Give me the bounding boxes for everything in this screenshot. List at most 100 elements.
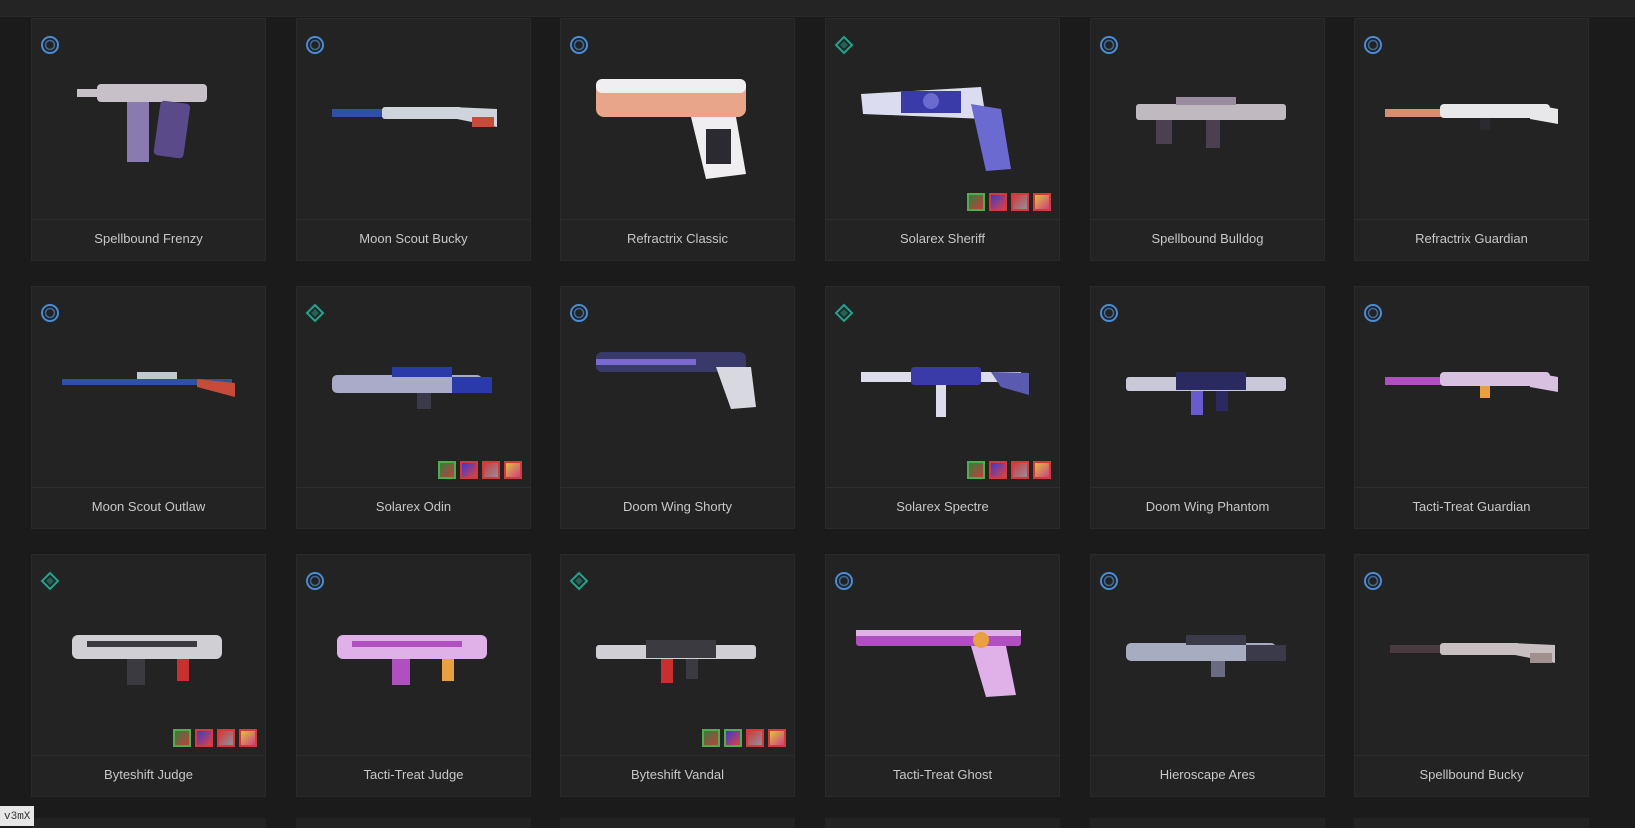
chroma-swatch[interactable] bbox=[989, 461, 1007, 479]
skin-image-area bbox=[297, 19, 530, 220]
skin-name: Solarex Sheriff bbox=[899, 231, 986, 246]
skin-image-area bbox=[826, 287, 1059, 488]
chroma-swatch[interactable] bbox=[967, 461, 985, 479]
skin-card[interactable]: Doom Wing Phantom bbox=[1090, 286, 1325, 529]
chroma-swatch[interactable] bbox=[1033, 461, 1051, 479]
skin-image-area bbox=[297, 555, 530, 756]
chroma-swatch[interactable] bbox=[217, 729, 235, 747]
chroma-swatch[interactable] bbox=[1011, 193, 1029, 211]
next-row-card-stub[interactable] bbox=[1354, 818, 1589, 828]
weapon-image bbox=[1116, 317, 1296, 447]
weapon-image bbox=[851, 585, 1031, 715]
skin-name: Hieroscape Ares bbox=[1159, 767, 1256, 782]
chroma-swatches bbox=[967, 461, 1051, 479]
skin-card[interactable]: Tacti-Treat Guardian bbox=[1354, 286, 1589, 529]
skin-name: Byteshift Vandal bbox=[631, 767, 724, 782]
skin-name: Solarex Spectre bbox=[896, 499, 989, 514]
skin-card[interactable]: Byteshift Judge bbox=[31, 554, 266, 797]
next-row-card-stub[interactable] bbox=[296, 818, 531, 828]
skin-card[interactable]: Solarex Odin bbox=[296, 286, 531, 529]
corner-tag: v3mX bbox=[0, 806, 35, 826]
skin-name: Moon Scout Outlaw bbox=[91, 499, 206, 514]
chroma-swatch[interactable] bbox=[746, 729, 764, 747]
chroma-swatch[interactable] bbox=[989, 193, 1007, 211]
chroma-swatch[interactable] bbox=[504, 461, 522, 479]
weapon-image bbox=[322, 317, 502, 447]
chroma-swatch[interactable] bbox=[768, 729, 786, 747]
skin-image-area bbox=[561, 287, 794, 488]
skin-image-area bbox=[826, 555, 1059, 756]
weapon-image bbox=[1116, 49, 1296, 179]
skin-image-area bbox=[32, 19, 265, 220]
weapon-image bbox=[1380, 585, 1560, 715]
weapon-image bbox=[1380, 317, 1560, 447]
next-row-card-stub[interactable] bbox=[1090, 818, 1325, 828]
chroma-swatch[interactable] bbox=[173, 729, 191, 747]
chroma-swatch[interactable] bbox=[460, 461, 478, 479]
chroma-swatch[interactable] bbox=[195, 729, 213, 747]
skin-card[interactable]: Spellbound Frenzy bbox=[31, 18, 266, 261]
skin-name: Tacti-Treat Guardian bbox=[1412, 499, 1531, 514]
skin-image-area bbox=[1091, 287, 1324, 488]
skin-card[interactable]: Hieroscape Ares bbox=[1090, 554, 1325, 797]
skin-image-area bbox=[1091, 555, 1324, 756]
skin-card[interactable]: Byteshift Vandal bbox=[560, 554, 795, 797]
chroma-swatches bbox=[173, 729, 257, 747]
weapon-image bbox=[851, 317, 1031, 447]
skin-image-area bbox=[32, 287, 265, 488]
chroma-swatch[interactable] bbox=[438, 461, 456, 479]
chroma-swatch[interactable] bbox=[1011, 461, 1029, 479]
chroma-swatch[interactable] bbox=[239, 729, 257, 747]
chroma-swatch[interactable] bbox=[482, 461, 500, 479]
skin-image-area bbox=[1355, 19, 1588, 220]
weapon-image bbox=[586, 317, 766, 447]
skin-name: Solarex Odin bbox=[375, 499, 452, 514]
weapon-image bbox=[851, 49, 1031, 179]
chroma-swatches bbox=[702, 729, 786, 747]
skin-image-area bbox=[1355, 555, 1588, 756]
weapon-image bbox=[57, 49, 237, 179]
weapon-image bbox=[1116, 585, 1296, 715]
chroma-swatches bbox=[438, 461, 522, 479]
skin-image-area bbox=[561, 19, 794, 220]
chroma-swatch[interactable] bbox=[967, 193, 985, 211]
next-row-card-stub[interactable] bbox=[560, 818, 795, 828]
skin-image-area bbox=[826, 19, 1059, 220]
weapon-image bbox=[586, 585, 766, 715]
skin-name: Spellbound Bucky bbox=[1419, 767, 1524, 782]
chroma-swatches bbox=[967, 193, 1051, 211]
skin-card[interactable]: Solarex Spectre bbox=[825, 286, 1060, 529]
skin-card[interactable]: Spellbound Bulldog bbox=[1090, 18, 1325, 261]
skins-grid: Spellbound Frenzy Moon Scout Bucky Refract… bbox=[31, 18, 1591, 825]
skin-image-area bbox=[561, 555, 794, 756]
weapon-image bbox=[322, 585, 502, 715]
chroma-swatch[interactable] bbox=[702, 729, 720, 747]
skin-name: Doom Wing Phantom bbox=[1145, 499, 1270, 514]
skin-name: Tacti-Treat Judge bbox=[363, 767, 464, 782]
next-row-card-stub[interactable] bbox=[825, 818, 1060, 828]
skin-card[interactable]: Tacti-Treat Judge bbox=[296, 554, 531, 797]
skin-card[interactable]: Tacti-Treat Ghost bbox=[825, 554, 1060, 797]
skin-card[interactable]: Refractrix Guardian bbox=[1354, 18, 1589, 261]
skin-card[interactable]: Refractrix Classic bbox=[560, 18, 795, 261]
skin-name: Doom Wing Shorty bbox=[622, 499, 733, 514]
skin-card[interactable]: Moon Scout Bucky bbox=[296, 18, 531, 261]
skin-name: Refractrix Classic bbox=[626, 231, 729, 246]
next-row-card-stub[interactable] bbox=[31, 818, 266, 828]
chroma-swatch[interactable] bbox=[724, 729, 742, 747]
skin-card[interactable]: Doom Wing Shorty bbox=[560, 286, 795, 529]
weapon-image bbox=[322, 49, 502, 179]
skin-card[interactable]: Solarex Sheriff bbox=[825, 18, 1060, 261]
skin-card[interactable]: Moon Scout Outlaw bbox=[31, 286, 266, 529]
weapon-image bbox=[57, 317, 237, 447]
skin-image-area bbox=[32, 555, 265, 756]
skin-name: Spellbound Frenzy bbox=[94, 231, 203, 246]
chroma-swatch[interactable] bbox=[1033, 193, 1051, 211]
skin-card[interactable]: Spellbound Bucky bbox=[1354, 554, 1589, 797]
weapon-image bbox=[57, 585, 237, 715]
skin-name: Tacti-Treat Ghost bbox=[892, 767, 993, 782]
weapon-image bbox=[586, 49, 766, 179]
skin-image-area bbox=[297, 287, 530, 488]
skin-image-area bbox=[1091, 19, 1324, 220]
skin-image-area bbox=[1355, 287, 1588, 488]
